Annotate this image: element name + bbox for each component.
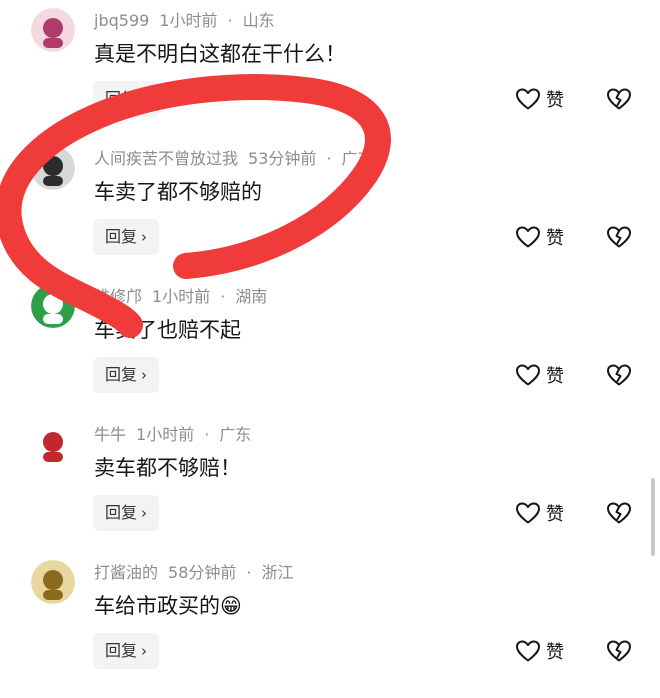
broken-heart-icon — [607, 502, 631, 524]
avatar[interactable] — [31, 422, 75, 466]
avatar[interactable] — [31, 146, 75, 190]
reply-label: 回复 — [105, 641, 138, 660]
reply-label: 回复 — [105, 89, 138, 108]
broken-heart-icon — [607, 88, 631, 110]
comment-item: 人间疾苦不曾放过我 53分钟前 · 广东 车卖了都不够赔的 回复 › 赞 — [0, 146, 660, 284]
heart-outline-icon — [516, 502, 540, 524]
comment-location: 湖南 — [235, 287, 268, 306]
broken-heart-icon — [607, 226, 631, 248]
heart-outline-icon — [516, 640, 540, 662]
comment-time: 58分钟前 — [168, 563, 237, 582]
comment-time: 1小时前 — [159, 11, 218, 30]
heart-outline-icon — [516, 364, 540, 386]
dislike-button[interactable] — [606, 357, 632, 393]
comment-meta: 牛牛 1小时前 · 广东 — [94, 422, 261, 448]
reply-button[interactable]: 回复 › — [93, 633, 160, 669]
reply-button[interactable]: 回复 › — [93, 357, 160, 393]
chevron-right-icon: › — [141, 504, 148, 522]
avatar[interactable] — [31, 284, 75, 328]
comment-meta: 人间疾苦不曾放过我 53分钟前 · 广东 — [94, 146, 384, 172]
comment-meta: jbq599 1小时前 · 山东 — [94, 8, 285, 34]
reply-button[interactable]: 回复 › — [93, 495, 160, 531]
like-label: 赞 — [546, 504, 564, 525]
like-button[interactable]: 赞 — [515, 219, 564, 255]
meta-separator: · — [220, 287, 226, 306]
comment-text: 卖车都不够赔！ — [94, 456, 241, 480]
dislike-button[interactable] — [606, 495, 632, 531]
reply-label: 回复 — [105, 503, 138, 522]
chevron-right-icon: › — [141, 642, 148, 660]
avatar[interactable] — [31, 8, 75, 52]
comment-item: jbq599 1小时前 · 山东 真是不明白这都在干什么！ 回复 › 赞 — [0, 8, 660, 146]
meta-separator: · — [246, 563, 252, 582]
meta-separator: · — [204, 425, 210, 444]
reply-label: 回复 — [105, 227, 138, 246]
comment-location: 广东 — [341, 149, 374, 168]
reply-button[interactable]: 回复 › — [93, 219, 160, 255]
username[interactable]: jbq599 — [94, 11, 149, 30]
scrollbar[interactable] — [651, 478, 655, 556]
grinning-emoji-icon: 😁 — [220, 594, 242, 618]
comment-text: 车卖了都不够赔的 — [94, 180, 262, 204]
dislike-button[interactable] — [606, 219, 632, 255]
avatar[interactable] — [31, 560, 75, 604]
like-label: 赞 — [546, 228, 564, 249]
meta-separator: · — [326, 149, 332, 168]
comment-location: 山东 — [242, 11, 275, 30]
username[interactable]: 牛牛 — [94, 425, 126, 444]
broken-heart-icon — [607, 364, 631, 386]
broken-heart-icon — [607, 640, 631, 662]
chevron-right-icon: › — [141, 366, 148, 384]
like-button[interactable]: 赞 — [515, 81, 564, 117]
like-label: 赞 — [546, 642, 564, 663]
comment-text: 车给市政买的😁 — [94, 594, 242, 618]
comment-text: 真是不明白这都在干什么！ — [94, 42, 346, 66]
username[interactable]: 人间疾苦不曾放过我 — [94, 149, 238, 168]
comment-meta: 打酱油的 58分钟前 · 浙江 — [94, 560, 304, 586]
like-label: 赞 — [546, 90, 564, 111]
username[interactable]: 维修邝 — [94, 287, 142, 306]
comment-item: 牛牛 1小时前 · 广东 卖车都不够赔！ 回复 › 赞 — [0, 422, 660, 560]
like-button[interactable]: 赞 — [515, 633, 564, 669]
comment-location: 浙江 — [261, 563, 294, 582]
comment-meta: 维修邝 1小时前 · 湖南 — [94, 284, 277, 310]
meta-separator: · — [227, 11, 233, 30]
comment-item: 打酱油的 58分钟前 · 浙江 车给市政买的😁 回复 › 赞 — [0, 560, 660, 698]
heart-outline-icon — [516, 88, 540, 110]
heart-outline-icon — [516, 226, 540, 248]
comment-item: 维修邝 1小时前 · 湖南 车卖了也赔不起 回复 › 赞 — [0, 284, 660, 422]
comment-time: 53分钟前 — [248, 149, 317, 168]
like-label: 赞 — [546, 366, 564, 387]
dislike-button[interactable] — [606, 81, 632, 117]
chevron-right-icon: › — [141, 228, 148, 246]
username[interactable]: 打酱油的 — [94, 563, 158, 582]
chevron-right-icon: › — [141, 90, 148, 108]
comment-time: 1小时前 — [136, 425, 195, 444]
comment-time: 1小时前 — [152, 287, 211, 306]
like-button[interactable]: 赞 — [515, 357, 564, 393]
comment-location: 广东 — [219, 425, 252, 444]
like-button[interactable]: 赞 — [515, 495, 564, 531]
comment-text: 车卖了也赔不起 — [94, 318, 241, 342]
reply-label: 回复 — [105, 365, 138, 384]
reply-button[interactable]: 回复 › — [93, 81, 160, 117]
dislike-button[interactable] — [606, 633, 632, 669]
